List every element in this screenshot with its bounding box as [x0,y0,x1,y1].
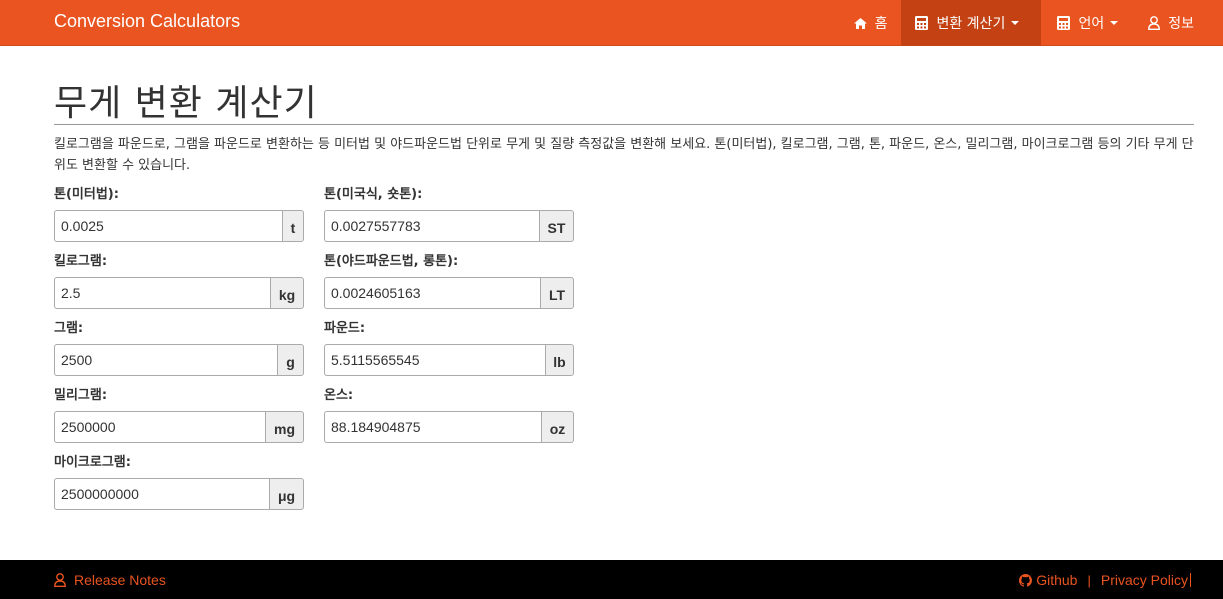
nav-language-dropdown[interactable]: 언어 [1041,0,1134,46]
pound-label: 파운드: [324,321,366,336]
github-link[interactable]: Github [1019,572,1077,588]
github-icon [1019,573,1033,587]
privacy-policy-link[interactable]: Privacy Policy [1101,572,1188,588]
nav-about-label: 정보 [1168,16,1194,32]
brand-link[interactable]: Conversion Calculators [54,11,240,32]
short-ton-input-group: ST [324,210,574,242]
nav-calculators-label: 변환 계산기 [936,16,1006,32]
kilogram-input[interactable] [54,277,270,309]
gram-label: 그램: [54,321,84,336]
site-footer: Release Notes Github | Privacy Policy [0,560,1223,599]
long-ton-input[interactable] [324,277,540,309]
home-icon [853,17,867,29]
field-microgram: 마이크로그램: μg [54,454,304,510]
short-ton-label: 톤(미국식, 숏톤): [324,187,423,202]
nav-conversion-calculators-dropdown[interactable]: 변환 계산기 [901,0,1042,46]
long-ton-input-group: LT [324,277,574,309]
footer-end-divider [1190,573,1191,587]
field-ounce: 온스: oz [324,387,574,443]
kilogram-input-group: kg [54,277,304,309]
page-title: 무게 변환 계산기 [54,83,318,124]
microgram-input[interactable] [54,478,269,510]
footer-links: Github | Privacy Policy [1019,572,1191,588]
user-icon [1148,16,1161,30]
milligram-unit: mg [265,411,304,443]
top-navbar: Conversion Calculators 홈 변환 계산기 언어 정보 [0,0,1223,46]
kilogram-unit: kg [270,277,304,309]
caret-down-icon [1110,21,1119,25]
field-tonne: 톤(미터법): t [54,186,304,242]
short-ton-unit: ST [539,210,574,242]
microgram-unit: μg [269,478,304,510]
short-ton-input[interactable] [324,210,539,242]
long-ton-unit: LT [540,277,574,309]
pound-input-group: lb [324,344,574,376]
calculator-icon [1057,16,1071,30]
tonne-input[interactable] [54,210,282,242]
nav-language-label: 언어 [1078,16,1105,32]
microgram-input-group: μg [54,478,304,510]
field-long-ton: 톤(야드파운드법, 롱톤): LT [324,253,574,309]
nav-home[interactable]: 홈 [840,0,902,46]
milligram-label: 밀리그램: [54,388,108,403]
ounce-unit: oz [541,411,574,443]
gram-unit: g [277,344,304,376]
long-ton-label: 톤(야드파운드법, 롱톤): [324,254,459,269]
field-milligram: 밀리그램: mg [54,387,304,443]
field-gram: 그램: g [54,320,304,376]
caret-down-icon [1011,21,1020,25]
user-icon [54,573,66,587]
footer-separator: | [1087,572,1091,588]
page-description: 킬로그램을 파운드로, 그램을 파운드로 변환하는 등 미터법 및 야드파운드법… [54,137,1194,173]
ounce-label: 온스: [324,388,354,403]
ounce-input[interactable] [324,411,541,443]
release-notes-label: Release Notes [74,572,166,588]
field-pound: 파운드: lb [324,320,574,376]
tonne-unit: t [282,210,304,242]
gram-input-group: g [54,344,304,376]
github-label: Github [1036,572,1078,588]
gram-input[interactable] [54,344,277,376]
kilogram-label: 킬로그램: [54,254,108,269]
nav-about[interactable]: 정보 [1134,0,1223,46]
tonne-label: 톤(미터법): [54,187,119,202]
milligram-input[interactable] [54,411,265,443]
calculator-icon [915,16,929,30]
main-nav: 홈 변환 계산기 언어 정보 [840,0,1223,46]
tonne-input-group: t [54,210,304,242]
pound-unit: lb [545,344,574,376]
nav-home-label: 홈 [874,16,888,32]
release-notes-link[interactable]: Release Notes [54,572,166,588]
ounce-input-group: oz [324,411,574,443]
microgram-label: 마이크로그램: [54,455,131,470]
field-kilogram: 킬로그램: kg [54,253,304,309]
field-short-ton: 톤(미국식, 숏톤): ST [324,186,574,242]
title-divider [54,124,1194,125]
pound-input[interactable] [324,344,545,376]
milligram-input-group: mg [54,411,304,443]
